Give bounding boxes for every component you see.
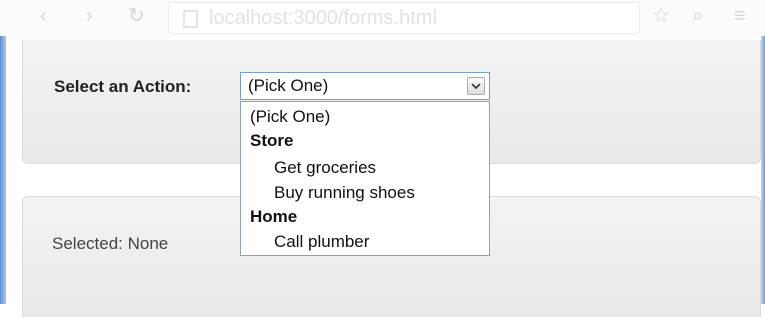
browser-toolbar: ‹ › ↻ localhost:3000/forms.html ☆ ⌕ ≡ — [0, 0, 765, 38]
option-get-groceries[interactable]: Get groceries — [274, 158, 376, 178]
selected-status: Selected: None — [52, 234, 169, 253]
optgroup-store: Store — [250, 131, 294, 150]
window-right-edge — [761, 36, 765, 304]
page-icon — [183, 10, 198, 28]
forward-icon[interactable]: › — [86, 6, 93, 26]
dropdown-list: (Pick One) Store Get groceries Buy runni… — [240, 101, 490, 256]
option-pick-one[interactable]: (Pick One) — [250, 107, 330, 127]
option-buy-running-shoes[interactable]: Buy running shoes — [274, 183, 415, 203]
chevron-down-icon — [471, 83, 481, 90]
option-call-plumber[interactable]: Call plumber — [274, 232, 369, 252]
star-icon[interactable]: ☆ — [652, 6, 670, 26]
select-current-value: (Pick One) — [248, 76, 329, 95]
address-text: localhost:3000/forms.html — [209, 7, 437, 29]
select-label: Select an Action: — [54, 77, 192, 96]
back-icon[interactable]: ‹ — [40, 6, 47, 26]
address-bar[interactable]: localhost:3000/forms.html — [168, 2, 640, 34]
dropdown-arrow-button[interactable] — [467, 77, 485, 95]
action-select[interactable]: (Pick One) — [240, 72, 490, 100]
window-left-edge — [0, 36, 6, 304]
search-icon[interactable]: ⌕ — [692, 6, 703, 26]
menu-icon[interactable]: ≡ — [734, 6, 746, 26]
reload-icon[interactable]: ↻ — [128, 6, 145, 26]
optgroup-home: Home — [250, 207, 298, 226]
